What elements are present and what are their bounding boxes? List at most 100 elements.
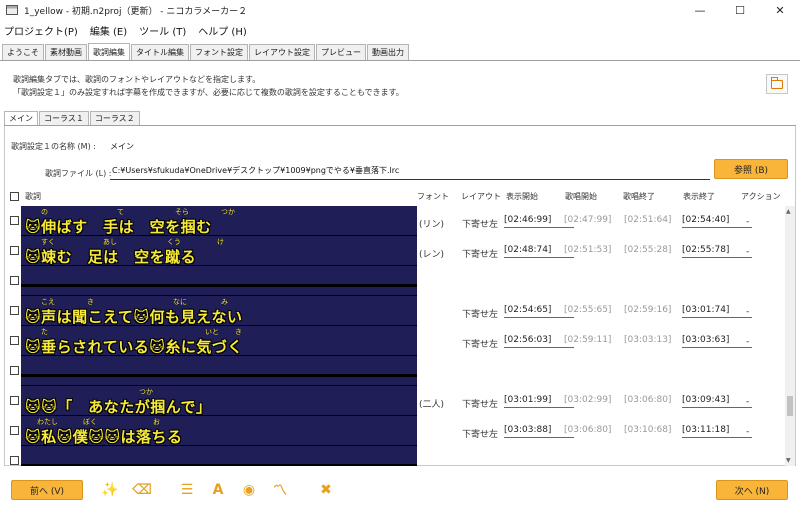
- menu-tools[interactable]: ツール (T): [139, 23, 186, 38]
- prev-button[interactable]: 前へ (V): [11, 480, 83, 500]
- row-checkbox[interactable]: [10, 366, 19, 375]
- show-end-time[interactable]: [03:09:43]: [682, 394, 752, 408]
- lyric-preview-cell[interactable]: [21, 356, 417, 386]
- tab-font-settings[interactable]: フォント設定: [190, 44, 248, 60]
- table-row[interactable]: [5, 356, 795, 386]
- lyric-file-input[interactable]: [110, 162, 710, 180]
- show-end-time[interactable]: [02:54:40]: [682, 214, 752, 228]
- table-row[interactable]: [5, 446, 795, 466]
- table-row[interactable]: こえきなにみ 🐱声は聞こえて🐱何も見えない 下寄せ左 [02:54:65] [02:55…: [5, 296, 795, 326]
- empty-lyric-band: [21, 284, 417, 287]
- action-cell[interactable]: -: [746, 217, 749, 227]
- header-sing-end[interactable]: 歌唱終了: [623, 191, 655, 202]
- table-row[interactable]: [5, 266, 795, 296]
- lyric-preview-cell[interactable]: つか 🐱🐱「 あなたが掴んで」: [21, 386, 417, 416]
- font-size-icon[interactable]: A: [207, 479, 229, 501]
- chart-line-icon[interactable]: 〽: [269, 479, 291, 501]
- layout-cell: 下寄せ左: [462, 340, 499, 350]
- tab-video-output[interactable]: 動画出力: [367, 44, 409, 60]
- menu-bar: プロジェクト(P) 編集 (E) ツール (T) ヘルプ (H): [0, 20, 800, 40]
- row-checkbox[interactable]: [10, 216, 19, 225]
- close-button[interactable]: ✕: [760, 0, 800, 20]
- lyric-ruby: つか: [221, 208, 235, 216]
- row-checkbox[interactable]: [10, 336, 19, 345]
- show-end-time[interactable]: [03:01:74]: [682, 304, 752, 318]
- app-icon: [6, 5, 18, 15]
- layout-cell: 下寄せ左: [462, 250, 499, 260]
- header-lyric[interactable]: 歌詞: [25, 191, 41, 202]
- menu-help[interactable]: ヘルプ (H): [198, 23, 247, 38]
- table-row[interactable]: つか 🐱🐱「 あなたが掴んで」 (二人) 下寄せ左 [03:01:99] [03:02:9…: [5, 386, 795, 416]
- subtab-main[interactable]: メイン: [4, 111, 38, 125]
- row-checkbox[interactable]: [10, 426, 19, 435]
- select-all-checkbox[interactable]: [10, 192, 19, 201]
- eraser-icon[interactable]: ⌫: [131, 479, 153, 501]
- vertical-scrollbar[interactable]: ▲ ▼: [785, 206, 795, 466]
- table-row[interactable]: すく あし くうけ 🐱竦む 足は 空を蹴る (レン) 下寄せ左 [02:48:74] [02:…: [5, 236, 795, 266]
- tab-welcome[interactable]: ようこそ: [2, 44, 44, 60]
- font-cell: (リン): [419, 220, 445, 230]
- lyric-text: 🐱伸ばす 手は 空を掴む: [25, 218, 212, 236]
- show-end-time[interactable]: [02:55:78]: [682, 244, 752, 258]
- lyric-text: 🐱竦む 足は 空を蹴る: [25, 248, 197, 266]
- action-cell[interactable]: -: [746, 337, 749, 347]
- table-row[interactable]: たいとき 🐱垂らされている🐱糸に気づく 下寄せ左 [02:56:03] [02:59:1…: [5, 326, 795, 356]
- maximize-button[interactable]: ☐: [720, 0, 760, 20]
- table-row[interactable]: のてそら つか 🐱伸ばす 手は 空を掴む (リン) 下寄せ左 [02:46:99] [02:…: [5, 206, 795, 236]
- scroll-down-icon[interactable]: ▼: [786, 457, 791, 464]
- show-end-time[interactable]: [03:03:63]: [682, 334, 752, 348]
- tools-icon[interactable]: ✖: [315, 479, 337, 501]
- row-checkbox[interactable]: [10, 276, 19, 285]
- subtab-chorus-1[interactable]: コーラス１: [39, 111, 89, 125]
- list-icon[interactable]: ☰: [176, 479, 198, 501]
- row-checkbox[interactable]: [10, 456, 19, 465]
- menu-project[interactable]: プロジェクト(P): [4, 23, 78, 38]
- tab-title-edit[interactable]: タイトル編集: [131, 44, 189, 60]
- lyric-text: 🐱私🐱僕🐱🐱は落ちる: [25, 428, 183, 446]
- lyric-text: 🐱声は聞こえて🐱何も見えない: [25, 308, 243, 326]
- lyric-preview-cell[interactable]: こえきなにみ 🐱声は聞こえて🐱何も見えない: [21, 296, 417, 326]
- lyric-preview-cell[interactable]: わたし ぼくお 🐱私🐱僕🐱🐱は落ちる: [21, 416, 417, 446]
- minimize-button[interactable]: —: [680, 0, 720, 20]
- header-show-start[interactable]: 表示開始: [506, 191, 538, 202]
- tab-lyric-edit[interactable]: 歌詞編集: [88, 43, 130, 60]
- eye-icon[interactable]: ◉: [238, 479, 260, 501]
- scroll-thumb[interactable]: [787, 396, 793, 416]
- next-button[interactable]: 次へ (N): [716, 480, 788, 500]
- header-font[interactable]: フォント: [417, 191, 449, 202]
- action-cell[interactable]: -: [746, 307, 749, 317]
- setting-name-value[interactable]: メイン: [110, 141, 134, 152]
- table-row[interactable]: わたし ぼくお 🐱私🐱僕🐱🐱は落ちる 下寄せ左 [03:03:88] [03:06:80]…: [5, 416, 795, 446]
- header-action[interactable]: アクション: [741, 191, 781, 202]
- row-checkbox[interactable]: [10, 396, 19, 405]
- lyric-text: 🐱垂らされている🐱糸に気づく: [25, 338, 243, 356]
- lyric-preview-cell[interactable]: たいとき 🐱垂らされている🐱糸に気づく: [21, 326, 417, 356]
- scroll-up-icon[interactable]: ▲: [786, 208, 791, 215]
- row-checkbox[interactable]: [10, 246, 19, 255]
- lyric-preview-cell[interactable]: [21, 446, 417, 466]
- tab-preview[interactable]: プレビュー: [316, 44, 366, 60]
- tab-source-video[interactable]: 素材動画: [45, 44, 87, 60]
- show-end-time[interactable]: [03:11:18]: [682, 424, 752, 438]
- magic-wand-icon[interactable]: ✨: [99, 479, 121, 501]
- info-area: 歌詞編集タブでは、歌詞のフォントやレイアウトなどを指定します。 「歌詞設定１」の…: [0, 62, 800, 108]
- table-header: 歌詞 フォント レイアウト 表示開始 歌唱開始 歌唱終了 表示終了 アクション: [5, 188, 795, 205]
- subtab-chorus-2[interactable]: コーラス２: [89, 111, 140, 125]
- header-show-end[interactable]: 表示終了: [683, 191, 715, 202]
- header-sing-start[interactable]: 歌唱開始: [565, 191, 597, 202]
- action-cell[interactable]: -: [746, 247, 749, 257]
- browse-button[interactable]: 参照 (B): [714, 159, 788, 179]
- lyric-preview-cell[interactable]: のてそら つか 🐱伸ばす 手は 空を掴む: [21, 206, 417, 236]
- header-layout[interactable]: レイアウト: [461, 191, 501, 202]
- open-folder-button[interactable]: [766, 74, 788, 94]
- action-cell[interactable]: -: [746, 397, 749, 407]
- layout-cell: 下寄せ左: [462, 220, 499, 230]
- tab-layout-settings[interactable]: レイアウト設定: [249, 44, 315, 60]
- layout-cell: 下寄せ左: [462, 310, 499, 320]
- info-text-line-2: 「歌詞設定１」のみ設定すれば字幕を作成できますが、必要に応じて複数の歌詞を設定す…: [13, 88, 404, 97]
- row-checkbox[interactable]: [10, 306, 19, 315]
- lyric-preview-cell[interactable]: すく あし くうけ 🐱竦む 足は 空を蹴る: [21, 236, 417, 266]
- lyric-preview-cell[interactable]: [21, 266, 417, 296]
- action-cell[interactable]: -: [746, 427, 749, 437]
- menu-edit[interactable]: 編集 (E): [90, 23, 127, 38]
